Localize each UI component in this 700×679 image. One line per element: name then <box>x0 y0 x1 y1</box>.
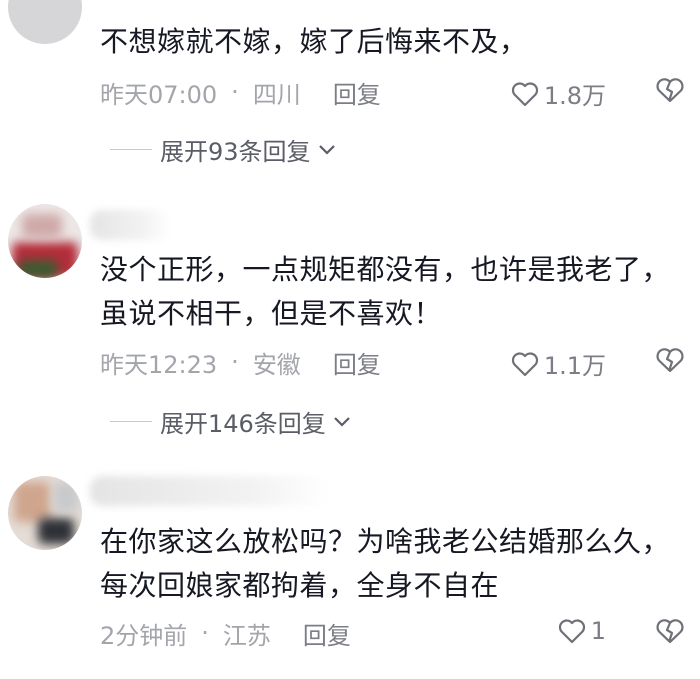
comment-3: 在你家这么放松吗？为啥我老公结婚那么久，每次回娘家都拘着，全身不自在 2分钟前 … <box>0 468 700 679</box>
dislike-button[interactable] <box>654 346 686 378</box>
like-button[interactable]: 1.1万 <box>510 346 606 381</box>
comment-text: 没个正形，一点规矩都没有，也许是我老了，虽说不相干，但是不喜欢！ <box>100 253 671 330</box>
comment-meta: 2分钟前 · 江苏 回复 <box>100 613 700 653</box>
chevron-down-icon <box>334 416 350 427</box>
comment-location: 安徽 <box>252 350 301 379</box>
meta-separator: · <box>231 348 239 376</box>
comment-time: 昨天12:23 <box>100 350 218 379</box>
avatar-photo-leaves <box>18 260 58 278</box>
broken-heart-icon <box>656 348 684 373</box>
meta-separator: · <box>201 619 209 647</box>
comment-1: 不想嫁就不嫁，嫁了后悔来不及， 昨天07:00 · 四川 回复 1.8万 展开9… <box>0 0 700 180</box>
reply-button[interactable]: 回复 <box>333 75 381 110</box>
broken-heart-icon <box>656 78 684 103</box>
heart-outline-icon <box>511 81 538 106</box>
comment-meta: 昨天07:00 · 四川 回复 <box>100 72 700 112</box>
like-count: 1.1万 <box>543 352 606 380</box>
meta-separator: · <box>231 78 239 106</box>
reply-button[interactable]: 回复 <box>333 345 381 380</box>
expand-replies-button[interactable]: 展开93条回复 <box>110 132 337 167</box>
username-redacted <box>90 210 170 240</box>
expand-label: 展开93条回复 <box>160 138 311 166</box>
heart-outline-icon <box>558 619 585 644</box>
avatar-photo-shirt <box>38 518 74 544</box>
like-count: 1 <box>590 617 606 645</box>
like-button[interactable]: 1 <box>557 617 606 645</box>
username-redacted <box>90 476 330 506</box>
dislike-button[interactable] <box>654 617 686 649</box>
comment-2: 没个正形，一点规矩都没有，也许是我老了，虽说不相干，但是不喜欢！ 昨天12:23… <box>0 196 700 446</box>
comment-text: 不想嫁就不嫁，嫁了后悔来不及， <box>100 25 528 58</box>
avatar[interactable] <box>8 0 82 44</box>
expand-label: 展开146条回复 <box>160 410 326 438</box>
comment-time: 2分钟前 <box>100 621 188 650</box>
divider-line <box>110 421 152 422</box>
heart-outline-icon <box>511 351 538 376</box>
chevron-down-icon <box>318 144 335 155</box>
divider-line <box>110 149 152 150</box>
expand-replies-button[interactable]: 展开146条回复 <box>110 404 352 439</box>
comment-location: 江苏 <box>222 621 271 650</box>
broken-heart-icon <box>656 619 684 644</box>
like-count: 1.8万 <box>543 82 606 110</box>
avatar-photo-bg <box>54 482 78 512</box>
avatar-photo-top <box>22 214 62 238</box>
comment-text: 在你家这么放松吗？为啥我老公结婚那么久，每次回娘家都拘着，全身不自在 <box>100 525 671 602</box>
comment-meta: 昨天12:23 · 安徽 回复 <box>100 342 700 382</box>
like-button[interactable]: 1.8万 <box>510 76 606 111</box>
avatar-photo-face <box>14 482 50 522</box>
reply-button[interactable]: 回复 <box>303 616 351 651</box>
comment-time: 昨天07:00 <box>100 80 218 109</box>
comment-location: 四川 <box>252 80 301 109</box>
dislike-button[interactable] <box>654 76 686 108</box>
avatar[interactable] <box>8 204 82 278</box>
avatar[interactable] <box>8 476 82 550</box>
